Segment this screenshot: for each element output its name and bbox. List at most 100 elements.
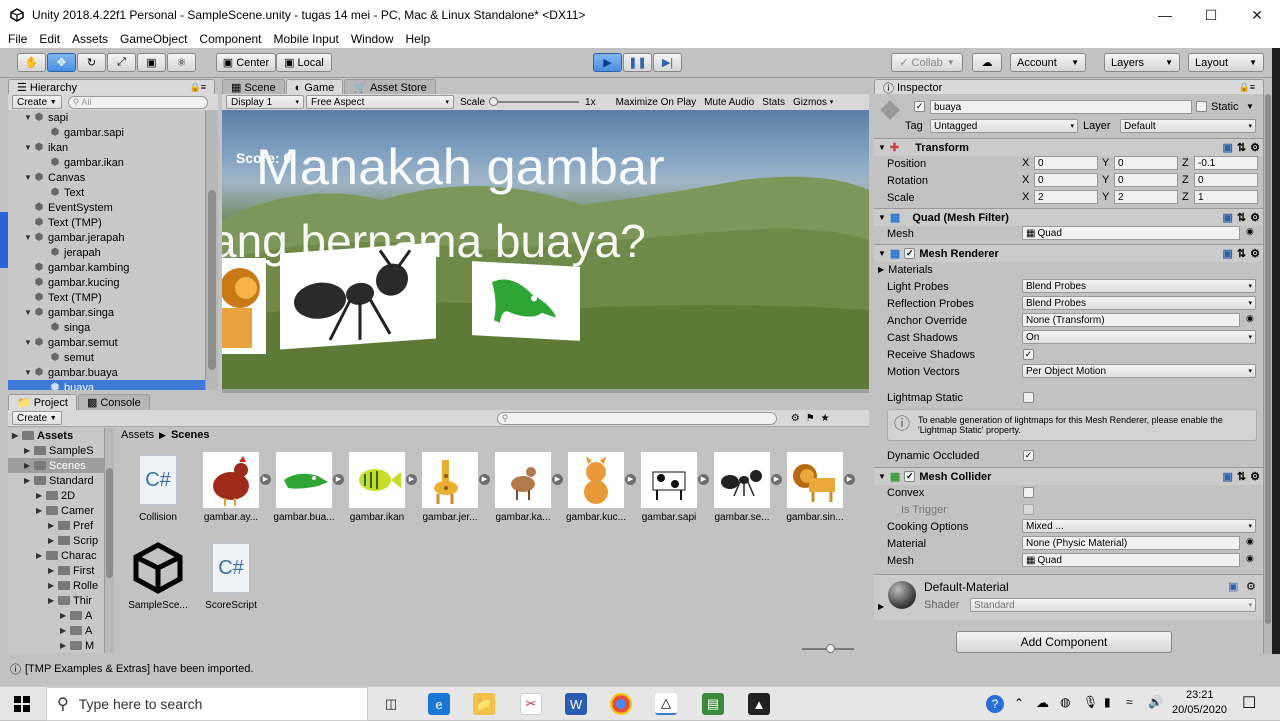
hierarchy-item[interactable]: ⬢ singa (8, 320, 205, 335)
chevron-up-icon[interactable]: ⌃ (1014, 696, 1024, 710)
hierarchy-item[interactable]: ▼ ⬢ gambar.jerapah (8, 230, 205, 245)
foldout-expanded-icon[interactable]: ▼ (24, 233, 34, 242)
foldout-icon[interactable]: ▶ (24, 446, 34, 455)
transform-x-field[interactable]: 0 (1034, 173, 1098, 187)
cloud-button[interactable]: ☁ (972, 53, 1002, 72)
hierarchy-create-dropdown[interactable]: Create ▼ (12, 95, 62, 109)
menu-help[interactable]: Help (406, 32, 431, 46)
ant-card[interactable] (280, 242, 436, 350)
asset-tile[interactable]: gambar.sin... ▶ (783, 452, 855, 523)
hierarchy-item[interactable]: ▼ ⬢ gambar.singa (8, 305, 205, 320)
object-picker-icon[interactable]: ◉ (1246, 226, 1254, 237)
hierarchy-item[interactable]: ▼ ⬢ sapi (8, 110, 205, 125)
asset-tile[interactable]: gambar.ikan ▶ (345, 452, 417, 523)
rotate-tool-icon[interactable]: ↻ (77, 53, 106, 72)
dynamic-occluded-checkbox[interactable]: ✓ (1023, 450, 1034, 461)
project-folder-item[interactable]: ▶ Camer (8, 503, 106, 518)
help-icon[interactable]: ▣ (1223, 211, 1233, 224)
object-picker-icon[interactable]: ◉ (1246, 553, 1254, 564)
add-component-button[interactable]: Add Component (956, 631, 1172, 653)
foldout-icon[interactable]: ▶ (24, 461, 34, 470)
preset-icon[interactable]: ⇅ (1237, 470, 1246, 483)
hand-tool-icon[interactable]: ✋ (17, 53, 46, 72)
file-explorer-icon[interactable]: 📁 (473, 693, 495, 715)
help-icon[interactable]: ▣ (1223, 141, 1233, 154)
inspector-scrollbar[interactable] (1263, 94, 1272, 654)
unity-taskbar-icon[interactable]: △ (655, 693, 677, 715)
display-dropdown[interactable]: Display 1 ▾ (226, 95, 304, 109)
foldout-icon[interactable]: ▶ (12, 431, 22, 440)
menu-component[interactable]: Component (199, 32, 261, 46)
mesh-collider-enabled-checkbox[interactable]: ✓ (904, 471, 916, 482)
cast-shadows-dropdown[interactable]: On ▾ (1022, 330, 1256, 344)
foldout-icon[interactable]: ▶ (48, 581, 58, 590)
preset-icon[interactable]: ⇅ (1237, 247, 1246, 260)
filter-type-icon[interactable]: ⚙ (791, 413, 800, 424)
hierarchy-item[interactable]: ⬢ Text (8, 185, 205, 200)
reflection-probes-dropdown[interactable]: Blend Probes ▾ (1022, 296, 1256, 310)
tab-scene[interactable]: ▦ Scene (222, 79, 285, 95)
tab-asset-store[interactable]: 🛒 Asset Store (344, 79, 436, 95)
project-folder-item[interactable]: ▶ A (8, 623, 106, 638)
lightmap-static-checkbox[interactable] (1023, 392, 1034, 403)
foldout-expanded-icon[interactable]: ▼ (24, 173, 34, 182)
maximize-button[interactable]: ☐ (1188, 0, 1234, 30)
menu-edit[interactable]: Edit (39, 32, 60, 46)
hierarchy-search-input[interactable]: ⚲ All (67, 95, 208, 109)
clock-date[interactable]: 20/05/2020 (1172, 704, 1227, 716)
rect-tool-icon[interactable]: ▣ (137, 53, 166, 72)
foldout-expanded-icon[interactable]: ▼ (24, 143, 34, 152)
foldout-icon[interactable]: ▶ (48, 536, 58, 545)
foldout-icon[interactable]: ▶ (60, 641, 70, 650)
scale-tool-icon[interactable]: ⤢ (107, 53, 136, 72)
foldout-icon[interactable]: ▶ (48, 566, 58, 575)
chevron-down-icon[interactable]: ▼ (1246, 102, 1254, 111)
expand-arrow-icon[interactable]: ▶ (625, 474, 636, 485)
expand-arrow-icon[interactable]: ▶ (698, 474, 709, 485)
foldout-expanded-icon[interactable]: ▼ (24, 368, 34, 377)
transform-y-field[interactable]: 0 (1114, 156, 1178, 170)
hierarchy-item[interactable]: ⬢ gambar.sapi (8, 125, 205, 140)
settings-icon[interactable]: ⚙ (1246, 580, 1256, 593)
hierarchy-item[interactable]: ⬢ gambar.kucing (8, 275, 205, 290)
notifications-icon[interactable]: ☐ (1242, 693, 1256, 713)
foldout-expanded-icon[interactable]: ▼ (24, 338, 34, 347)
settings-icon[interactable]: ⚙ (1250, 470, 1260, 483)
microphone-icon[interactable]: 🎙 (1083, 695, 1098, 709)
project-folder-item[interactable]: ▶ SampleS (8, 443, 106, 458)
breadcrumb-scenes[interactable]: Scenes (171, 429, 210, 441)
project-folder-item[interactable]: ▶ Rolle (8, 578, 106, 593)
foldout-right-icon[interactable]: ▶ (878, 602, 884, 611)
hierarchy-item[interactable]: ▼ ⬢ gambar.buaya (8, 365, 205, 380)
project-folder-item[interactable]: ▶ 2D (8, 488, 106, 503)
expand-arrow-icon[interactable]: ▶ (479, 474, 490, 485)
settings-icon[interactable]: ⚙ (1250, 247, 1260, 260)
chart-app-icon[interactable]: ▤ (702, 693, 724, 715)
anchor-override-field[interactable]: None (Transform) (1022, 313, 1240, 327)
transform-z-field[interactable]: -0.1 (1194, 156, 1258, 170)
tab-hierarchy[interactable]: ☰ Hierarchy 🔒≡ (8, 79, 215, 95)
asset-size-slider[interactable] (802, 644, 854, 653)
asset-tile[interactable]: gambar.bua... ▶ (272, 452, 344, 523)
menu-file[interactable]: File (8, 32, 27, 46)
foldout-expanded-icon[interactable]: ▼ (24, 308, 34, 317)
snipping-tool-icon[interactable]: ✂ (520, 693, 542, 715)
hierarchy-scrollbar[interactable] (205, 110, 218, 390)
project-folder-item[interactable]: ▶ Standard (8, 473, 106, 488)
wifi-icon[interactable]: ≈ (1126, 695, 1133, 709)
preset-icon[interactable]: ⇅ (1237, 211, 1246, 224)
project-folder-item[interactable]: ▶ Thir (8, 593, 106, 608)
gameobject-name-input[interactable]: buaya (930, 100, 1192, 114)
motion-vectors-dropdown[interactable]: Per Object Motion ▾ (1022, 364, 1256, 378)
clock-time[interactable]: 23:21 (1186, 689, 1214, 701)
layers-dropdown[interactable]: Layers ▼ (1104, 53, 1180, 72)
account-dropdown[interactable]: Account ▼ (1010, 53, 1086, 72)
stats-toggle[interactable]: Stats (758, 95, 789, 109)
hierarchy-item[interactable]: ⬢ jerapah (8, 245, 205, 260)
foldout-icon[interactable]: ▶ (48, 596, 58, 605)
hierarchy-item[interactable]: ⬢ Text (TMP) (8, 215, 205, 230)
mesh-collider-header[interactable]: ▼ ▦ ✓ Mesh Collider ▣ ⇅ ⚙ (874, 467, 1266, 485)
hierarchy-item[interactable]: ⬢ gambar.kambing (8, 260, 205, 275)
battery-icon[interactable]: ▮ (1104, 695, 1111, 709)
mesh-renderer-header[interactable]: ▼ ▦ ✓ Mesh Renderer ▣ ⇅ ⚙ (874, 244, 1266, 262)
